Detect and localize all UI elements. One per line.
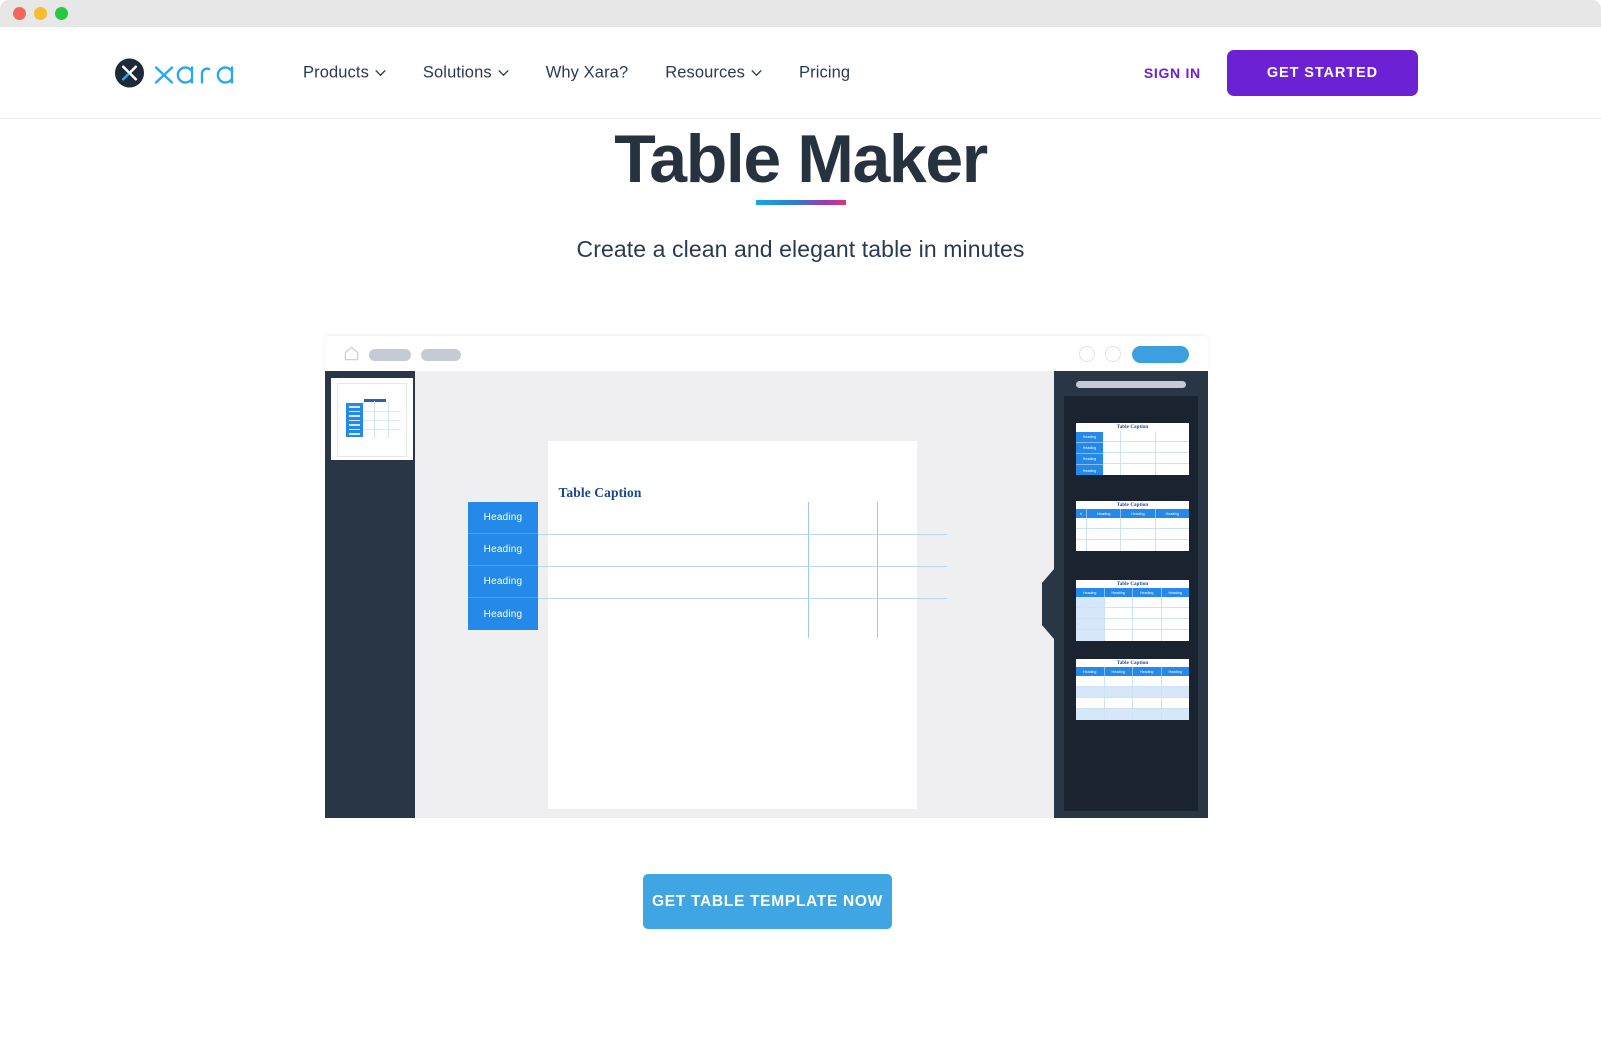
site-header: Products Solutions Why Xara? Resources P… bbox=[0, 27, 1601, 119]
nav-label: Pricing bbox=[799, 63, 851, 81]
template-card-1[interactable]: Table Caption Heading Heading Heading He… bbox=[1076, 423, 1189, 475]
template-heading-cell: Heading bbox=[1076, 588, 1105, 597]
mockup-body: Table Caption Heading Heading Heading He… bbox=[325, 371, 1208, 818]
mockup-page-sidebar bbox=[325, 371, 415, 818]
header-actions: SIGN IN GET STARTED bbox=[1144, 49, 1418, 96]
thumbnail-grid-line bbox=[363, 411, 401, 412]
get-started-button[interactable]: GET STARTED bbox=[1226, 49, 1418, 96]
template-heading-cell: Heading bbox=[1087, 509, 1122, 518]
template-heading-cell: Heading bbox=[1076, 432, 1103, 443]
template-header-row: Heading Heading Heading Heading bbox=[1076, 667, 1189, 676]
xara-wordmark bbox=[154, 66, 234, 84]
template-grid bbox=[1076, 597, 1189, 641]
app-mockup: Table Caption Heading Heading Heading He… bbox=[325, 336, 1208, 818]
primary-navigation: Products Solutions Why Xara? Resources P… bbox=[303, 63, 850, 82]
chevron-down-icon bbox=[751, 69, 762, 76]
template-heading-cell: Heading bbox=[1133, 588, 1162, 597]
template-heading-cell: Heading bbox=[1076, 454, 1103, 465]
chevron-down-icon bbox=[498, 69, 509, 76]
window-minimize-button[interactable] bbox=[34, 7, 47, 20]
template-heading-cell: Heading bbox=[1168, 590, 1182, 595]
mockup-template-panel: Table Caption Heading Heading Heading He… bbox=[1042, 371, 1208, 818]
page-thumbnail-1[interactable] bbox=[331, 378, 413, 460]
toolbar-circle-button-2[interactable] bbox=[1105, 346, 1121, 362]
template-heading-cell: Heading bbox=[1121, 509, 1156, 518]
template-card-4[interactable]: Table Caption Heading Heading Heading He… bbox=[1076, 659, 1189, 720]
panel-drag-handle[interactable] bbox=[1076, 381, 1186, 388]
template-heading-cell: Heading bbox=[1082, 468, 1097, 473]
page-subtitle: Create a clean and elegant table in minu… bbox=[576, 236, 1025, 262]
template-heading-cell: Heading bbox=[1076, 667, 1105, 676]
template-heading-cell: Heading bbox=[1168, 669, 1182, 674]
template-heading-cell: Heading bbox=[1165, 511, 1180, 516]
nav-item-why-xara[interactable]: Why Xara? bbox=[546, 63, 629, 82]
get-table-template-button[interactable]: GET TABLE TEMPLATE NOW bbox=[643, 874, 892, 929]
template-header-row: # Heading Heading Heading bbox=[1076, 509, 1189, 518]
table-heading-cell[interactable]: Heading bbox=[468, 598, 538, 630]
template-heading-cell: Heading bbox=[1105, 588, 1133, 597]
mockup-toolbar bbox=[325, 336, 1208, 371]
nav-label: Solutions bbox=[422, 63, 492, 81]
table-grid-line-vertical bbox=[808, 502, 809, 638]
page-thumbnail-preview bbox=[337, 383, 407, 457]
template-caption: Table Caption bbox=[1116, 582, 1149, 587]
toolbar-pill-2[interactable] bbox=[421, 349, 461, 361]
nav-item-solutions[interactable]: Solutions bbox=[423, 63, 509, 82]
table-caption: Table Caption bbox=[558, 485, 642, 500]
toolbar-primary-button[interactable] bbox=[1132, 346, 1189, 363]
thumbnail-grid-line bbox=[363, 429, 401, 430]
window-maximize-button[interactable] bbox=[55, 7, 68, 20]
template-heading-cell: Heading bbox=[1076, 443, 1103, 454]
window-close-button[interactable] bbox=[13, 7, 26, 20]
mockup-canvas[interactable]: Table Caption Heading Heading Heading He… bbox=[415, 371, 1054, 818]
table-grid-line-horizontal bbox=[538, 566, 947, 567]
template-caption: Table Caption bbox=[1116, 425, 1149, 430]
template-header-row: Heading Heading Heading Heading bbox=[1076, 588, 1189, 597]
template-heading-cell: Heading bbox=[1133, 667, 1162, 676]
template-card-2[interactable]: Table Caption # Heading Heading Heading bbox=[1076, 501, 1189, 551]
table-grid-line-horizontal bbox=[538, 598, 947, 599]
nav-label: Resources bbox=[665, 63, 745, 81]
table-grid-line-vertical bbox=[877, 502, 878, 638]
template-caption: Table Caption bbox=[1116, 503, 1149, 508]
template-list: Table Caption Heading Heading Heading He… bbox=[1064, 396, 1198, 811]
home-icon[interactable] bbox=[343, 345, 360, 362]
nav-item-pricing[interactable]: Pricing bbox=[799, 63, 850, 82]
template-heading-column: Heading Heading Heading Heading bbox=[1076, 432, 1103, 475]
sign-in-link[interactable]: SIGN IN bbox=[1144, 65, 1201, 81]
table-grid-line-horizontal bbox=[538, 534, 947, 535]
title-underline-rule bbox=[755, 200, 846, 205]
template-grid bbox=[1076, 518, 1189, 551]
thumbnail-heading-column bbox=[346, 403, 363, 439]
table-heading-cell[interactable]: Heading bbox=[468, 566, 538, 598]
template-heading-cell: # bbox=[1076, 509, 1087, 518]
table-heading-cell[interactable]: Heading bbox=[468, 502, 538, 534]
nav-item-resources[interactable]: Resources bbox=[665, 63, 762, 82]
template-heading-cell: Heading bbox=[1105, 667, 1133, 676]
thumbnail-grid-line bbox=[363, 420, 401, 421]
nav-label: Why Xara? bbox=[545, 63, 629, 81]
template-caption: Table Caption bbox=[1116, 661, 1149, 666]
toolbar-pill-1[interactable] bbox=[369, 349, 411, 361]
table-heading-column: Heading Heading Heading Heading bbox=[468, 502, 538, 630]
page-title: Table Maker bbox=[614, 121, 988, 197]
nav-label: Products bbox=[303, 63, 369, 81]
xara-x-mark-icon bbox=[114, 57, 145, 88]
nav-item-products[interactable]: Products bbox=[303, 63, 386, 82]
template-card-3[interactable]: Table Caption Heading Heading Heading He… bbox=[1076, 580, 1189, 641]
table-heading-cell[interactable]: Heading bbox=[468, 534, 538, 566]
browser-chrome bbox=[0, 0, 1601, 27]
template-grid bbox=[1076, 676, 1189, 720]
xara-logo[interactable] bbox=[114, 57, 240, 88]
thumbnail-caption-bar bbox=[364, 399, 386, 402]
toolbar-circle-button-1[interactable] bbox=[1079, 346, 1095, 362]
chevron-down-icon bbox=[375, 69, 386, 76]
